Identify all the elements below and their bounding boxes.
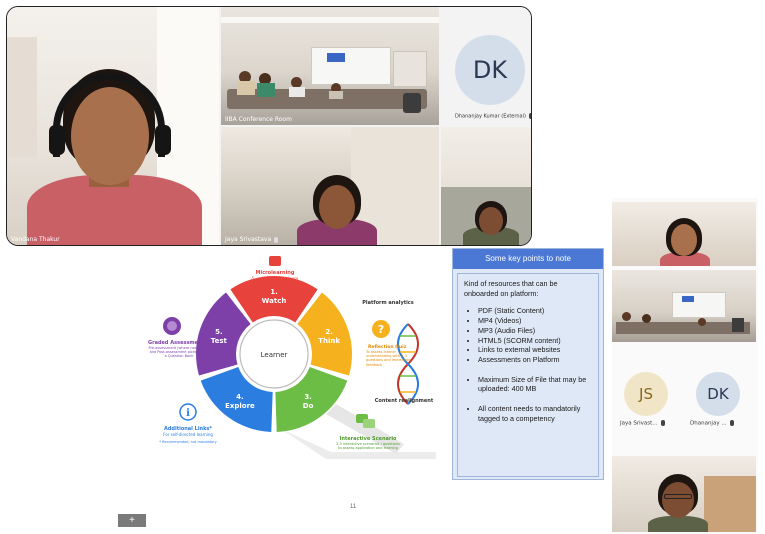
graded-assessment-text: Pre-assessment (where necessary) and Pos… [148, 346, 210, 359]
side-tile-speaker[interactable] [612, 202, 756, 266]
list-item: All content needs to mandatorily tagged … [478, 404, 592, 423]
participant-name: Jaya Srivastava [225, 236, 279, 243]
cycle-label-test: Test [211, 337, 228, 345]
headphones-icon [53, 73, 165, 157]
learning-cycle-diagram: 1.Watch 2.Think 3.Do 4.Explore 5.Test Learner… [148, 256, 436, 459]
list-item: Assessments on Platform [478, 355, 592, 365]
avatar-initials: DK [472, 56, 508, 84]
side-tile-js[interactable]: JS Jaya Srivast... [612, 348, 684, 438]
avatar-initials: JS [639, 385, 653, 403]
cycle-label-watch: 1. [270, 288, 278, 296]
room-logo [327, 53, 345, 62]
video-tile-room[interactable]: IIBA Conference Room [221, 7, 439, 125]
list-item: MP3 (Audio Files) [478, 326, 592, 336]
microlearning-icon [269, 256, 281, 266]
participant-name: IIBA Conference Room [225, 116, 292, 123]
question-mark-glyph: ? [378, 323, 384, 336]
avatar-initials: DK [707, 385, 729, 403]
info-glyph: i [186, 408, 190, 419]
video-tile-dk[interactable]: DK Dhananjay Kumar (External) [441, 7, 531, 125]
avatar: JS [624, 372, 668, 416]
video-tile-participant[interactable] [441, 127, 531, 245]
key-points-panel: Some key points to note Kind of resource… [452, 248, 604, 480]
participant-name: Vandana Thakur [11, 236, 60, 243]
cycle-label-do: Do [303, 402, 314, 410]
mic-icon [660, 419, 665, 426]
mic-icon [528, 112, 531, 119]
mic-icon [274, 236, 279, 243]
list-item: Maximum Size of File that may be uploade… [478, 375, 592, 394]
cycle-label-do: 3. [304, 393, 312, 401]
learner-label: Learner [261, 351, 288, 359]
slide: 1. Watch 2. Think 3. Do 4. Explore 5. Test Learner… [130, 248, 610, 522]
key-points-intro: Kind of resources that can be onboarded … [464, 279, 558, 298]
reflection-quiz-text: To assess learner understanding with 2-3… [366, 350, 411, 367]
participant-name: Dhananjay ... [690, 419, 734, 426]
platform-analytics-label: Platform analytics [362, 300, 414, 306]
cycle-label-think: Think [318, 337, 340, 345]
mic-icon [729, 419, 734, 426]
add-button[interactable]: + [118, 514, 146, 527]
side-tile-participant[interactable] [612, 456, 756, 532]
avatar: DK [455, 35, 525, 105]
list-item: HTML5 (SCORM content) [478, 336, 592, 346]
side-tile-dk[interactable]: DK Dhananjay ... [684, 348, 756, 438]
side-call-strip: JS Jaya Srivast... DK Dhananjay ... [612, 198, 758, 534]
interactive-scenario-text: 2-3 interactive scenarios / questions to… [336, 442, 400, 451]
main-meeting-window: Vandana Thakur IIBA Conference Room DK D… [6, 6, 532, 246]
slide-page-number: 11 [350, 504, 357, 510]
list-item: PDF (Static Content) [478, 306, 592, 316]
video-tile-jaya[interactable]: Jaya Srivastava [221, 127, 439, 245]
cycle-label-think: 2. [325, 328, 333, 336]
key-points-list: Maximum Size of File that may be uploade… [464, 375, 592, 424]
glasses [664, 494, 692, 499]
content-realignment-label: Content realignment [375, 398, 434, 404]
resource-list: PDF (Static Content) MP4 (Videos) MP3 (A… [464, 306, 592, 364]
list-item: MP4 (Videos) [478, 316, 592, 326]
side-tile-room[interactable] [612, 270, 756, 342]
cycle-label-explore: 4. [236, 393, 244, 401]
additional-links-text: For self-directed learning [163, 432, 213, 437]
participant-name: Dhananjay Kumar (External) [455, 112, 531, 119]
key-points-header: Some key points to note [453, 249, 603, 269]
video-tile-speaker[interactable]: Vandana Thakur [7, 7, 219, 245]
head-icon [163, 317, 181, 335]
microlearning-subtitle: 5 - minute way to learn [252, 276, 299, 281]
cycle-label-watch: Watch [262, 297, 287, 305]
avatar: DK [696, 372, 740, 416]
participant-name: Jaya Srivast... [620, 419, 665, 426]
additional-links-note: * Recommended, not mandatory [159, 440, 216, 444]
list-item: Links to external websites [478, 345, 592, 355]
cycle-label-test: 5. [215, 328, 223, 336]
cycle-label-explore: Explore [225, 402, 255, 410]
